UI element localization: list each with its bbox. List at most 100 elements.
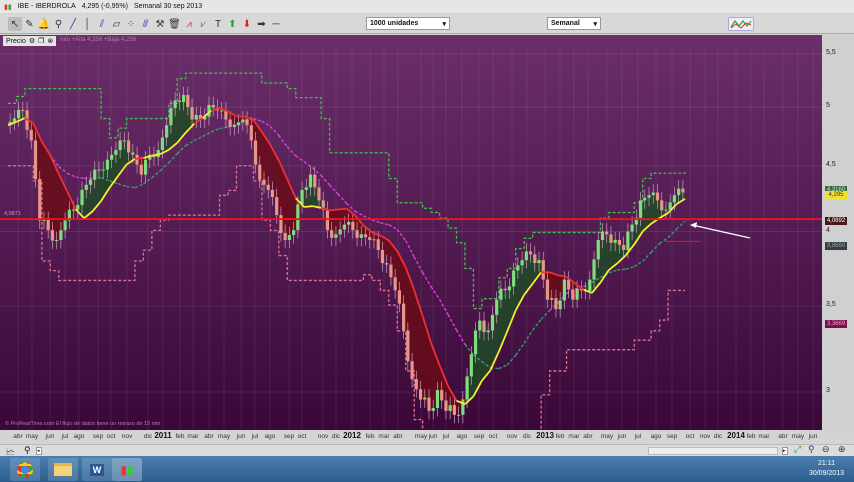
chrome-taskbar-icon[interactable] (10, 458, 40, 481)
trendline-icon[interactable]: ╱ (66, 17, 80, 31)
candle-up (342, 224, 346, 230)
price-axis[interactable]: 5,5 5 4,5 4 3,5 3 4,3160 4,295 4,0892 3,8660 3,366… (822, 35, 854, 431)
period-select[interactable]: Semanal ▾ (547, 17, 601, 30)
time-tick-label: 2013 (536, 431, 554, 440)
candle-up (165, 125, 169, 138)
prorealtime-taskbar-icon[interactable]: ▮ ▮ (112, 458, 142, 481)
candle-down (126, 140, 131, 153)
system-clock[interactable]: 21:11 30/09/2013 (809, 459, 844, 479)
candle-down (46, 219, 50, 231)
bottom-bar: 🗠 ⚲ ◂ ▸ ⤢ ⚲ ⊖ ⊕ (0, 444, 854, 457)
candle-up (507, 286, 512, 291)
alert-bell-icon[interactable]: 🔔 (37, 17, 51, 31)
trash-icon[interactable]: 🗑 (168, 17, 182, 31)
candle-down (38, 179, 42, 221)
candle-up (435, 390, 440, 409)
candle-up (372, 239, 376, 241)
arrow-up-icon[interactable]: ⬆ (226, 17, 240, 31)
candle-down (571, 289, 575, 300)
word-taskbar-icon[interactable]: W (82, 458, 112, 481)
time-tick-label: dic (143, 433, 153, 440)
arrow-down-icon[interactable]: ⬇ (240, 17, 254, 31)
ruler-icon[interactable]: ✎ (23, 17, 37, 31)
time-tick-label: nov (121, 433, 133, 440)
zoom-icon[interactable]: ⚲ (52, 17, 66, 31)
zoom-in-icon[interactable]: ⊕ (838, 444, 846, 455)
symbol-period: Semanal 30 sep 2013 (134, 3, 203, 10)
price-tag: 3,8660 (825, 242, 847, 250)
windows-icon[interactable]: ❐ (38, 37, 44, 45)
candle-up (524, 251, 528, 261)
channel-icon[interactable]: ▱ (110, 17, 124, 31)
candle-up (93, 169, 97, 180)
horizontal-line-icon[interactable]: ─ (269, 17, 283, 31)
candle-down (622, 244, 626, 250)
arrow-right-icon[interactable]: ➡ (255, 17, 269, 31)
time-tick-label: may (217, 433, 231, 440)
candle-down (393, 277, 397, 291)
parallel-lines-icon[interactable]: ⫻ (139, 17, 153, 31)
candle-up (122, 140, 126, 142)
toolbar: ↖ ✎ 🔔 ⚲ ╱ │ ⫽ ▱ ⁘ ⫻ ⚒ 🗑 ⩘ ⩗ T ⬆ ⬇ ➡ ─ 1000 unidades ▾ Seman… (0, 14, 854, 34)
candle-up (143, 159, 148, 175)
candle-up (423, 397, 427, 400)
zoom-out-icon[interactable]: ⊖ (822, 444, 830, 455)
candle-down (380, 249, 385, 264)
vertical-line-icon[interactable]: │ (81, 17, 95, 31)
autoscale-icon[interactable]: ⤢ (794, 444, 801, 455)
close-panel-icon[interactable]: ⊗ (47, 37, 53, 45)
scroll-left-button[interactable]: ◂ (36, 447, 42, 455)
candle-down (228, 119, 232, 127)
price-tag: 4,0892 (825, 217, 847, 225)
moving-average-line (134, 157, 144, 160)
candle-up (194, 114, 198, 120)
time-tick-label: jul (442, 433, 450, 440)
fibonacci-icon[interactable]: ⫽ (95, 17, 109, 31)
units-select[interactable]: 1000 unidades ▾ (366, 17, 450, 30)
chevron-down-icon: ▾ (593, 20, 597, 28)
tools-icon[interactable]: ⚒ (153, 17, 167, 31)
zoom-fit-icon[interactable]: ⚲ (808, 444, 815, 455)
candle-up (304, 187, 308, 190)
cursor-icon[interactable]: ↖ (8, 17, 22, 31)
candle-up (630, 224, 634, 232)
candle-up (626, 231, 630, 250)
candle-down (567, 279, 571, 290)
chart-type-icon[interactable]: ⩗ (197, 17, 211, 31)
settings-icon[interactable]: ⚲ (24, 445, 31, 456)
time-tick-label: sep (473, 433, 485, 440)
candle-down (397, 290, 401, 304)
time-tick-label: jun (45, 433, 55, 440)
candle-down (139, 164, 143, 175)
candle-up (181, 94, 186, 103)
candle-down (554, 298, 558, 310)
candle-down (617, 239, 622, 245)
candle-up (575, 288, 579, 300)
candle-up (173, 100, 177, 109)
candle-up (643, 197, 647, 201)
explorer-taskbar-icon[interactable] (48, 458, 78, 481)
candle-up (334, 234, 338, 238)
period-select-value: Semanal (551, 20, 580, 27)
time-axis[interactable]: abr may jun jul ago sep oct nov dic 2011 feb mar abr… (0, 430, 822, 444)
time-tick-label: ago (650, 433, 662, 440)
taskbar: W ▮ ▮ 21:11 30/09/2013 (0, 456, 854, 482)
candle-down (363, 234, 368, 238)
candle-down (503, 288, 507, 291)
indicator-icon[interactable]: ⩘ (182, 17, 196, 31)
chart-style-icon[interactable] (728, 17, 754, 31)
horizontal-scrollbar[interactable] (648, 447, 778, 455)
candle-down (528, 251, 533, 255)
properties-icon[interactable]: ⚙ (29, 37, 35, 45)
scroll-right-button[interactable]: ▸ (782, 447, 788, 455)
title-bar: ▮▮ IBE - IBERDROLA 4,295 (-0,95%) Semana… (0, 0, 854, 13)
time-tick-label: jun (428, 433, 438, 440)
scatter-icon[interactable]: ⁘ (124, 17, 138, 31)
candle-down (253, 140, 258, 165)
clock-date: 30/09/2013 (808, 470, 844, 477)
price-chart[interactable] (0, 35, 822, 431)
text-icon[interactable]: T (211, 17, 225, 31)
candle-down (275, 197, 279, 216)
candle-down (482, 320, 486, 333)
candle-up (431, 408, 435, 411)
